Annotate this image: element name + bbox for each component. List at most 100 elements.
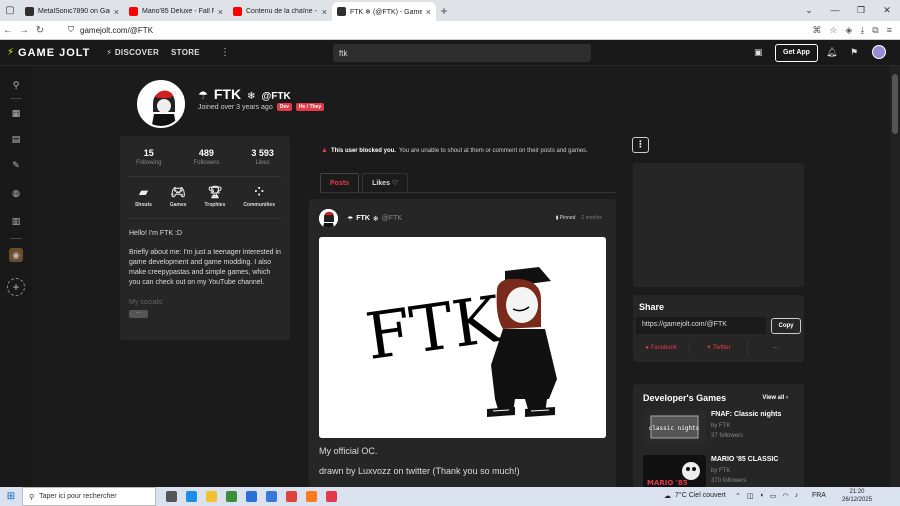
menu-icon[interactable]: ≡ bbox=[887, 25, 892, 36]
stat-followers[interactable]: 489 Followers bbox=[194, 148, 220, 166]
tab-likes[interactable]: Likes ♡ bbox=[362, 173, 409, 193]
gamepad-icon: 🎮︎ bbox=[170, 185, 186, 199]
game-item-mario85[interactable]: MARIO '85 MARIO '85 CLASSIC by FTK 370 f… bbox=[643, 455, 803, 487]
lightning-icon: ⚡ bbox=[7, 47, 16, 58]
minimize-icon[interactable]: — bbox=[822, 0, 848, 21]
add-community-icon[interactable]: + bbox=[7, 278, 25, 296]
translate-icon[interactable]: ⌘ bbox=[812, 25, 821, 36]
windows-start-icon[interactable]: ⊞ bbox=[0, 491, 22, 502]
close-icon[interactable]: × bbox=[218, 7, 223, 17]
twitter-icon: ✦ bbox=[706, 345, 712, 351]
get-app-button[interactable]: Get App bbox=[775, 44, 818, 62]
back-icon[interactable]: ← bbox=[0, 25, 16, 36]
share-facebook-button[interactable]: ● Facebook bbox=[633, 341, 691, 355]
app-icon[interactable] bbox=[326, 491, 337, 502]
heart-off-icon: ♡ bbox=[391, 180, 399, 187]
browser-tab-2[interactable]: Mario'85 Deluxe - Fall From Gr × bbox=[124, 2, 228, 21]
forward-icon[interactable]: → bbox=[16, 25, 32, 36]
tab-posts[interactable]: Posts bbox=[320, 173, 360, 193]
nav-store[interactable]: STORE bbox=[171, 48, 200, 57]
chevron-up-icon[interactable]: ⌃ bbox=[735, 492, 741, 500]
site-header: ⚡ GAME JOLT ⚡ DISCOVER STORE ⋮ ▣ Get App… bbox=[0, 40, 900, 66]
network-icon[interactable]: ◫ bbox=[747, 492, 754, 500]
share-buttons: ● Facebook ✦ Twitter ··· bbox=[633, 341, 804, 355]
firefox-icon[interactable] bbox=[306, 491, 317, 502]
profile-bio: Hello! I'm FTK :D Briefly about me: I'm … bbox=[129, 230, 281, 286]
close-icon[interactable]: × bbox=[426, 7, 431, 17]
stat-following[interactable]: 15 Following bbox=[136, 148, 161, 166]
address-bar: ← → ↻ ⛉ gamejolt.com/@FTK ⌘ ☆ ◈ ⤓ ⧉ ≡ bbox=[0, 21, 900, 40]
community-avatar-icon[interactable]: ◉ bbox=[9, 248, 23, 262]
joystick-icon[interactable]: ✎ bbox=[9, 158, 23, 172]
post-author-avatar[interactable] bbox=[319, 209, 338, 228]
maximize-icon[interactable]: ❐ bbox=[848, 0, 874, 21]
weather-widget[interactable]: ☁ 7°C Ciel couvert bbox=[664, 492, 726, 500]
browser-tab-1[interactable]: MetalSonic7890 on Game Jolt × bbox=[20, 2, 124, 21]
stat-likes: 3 593 Likes bbox=[251, 148, 274, 166]
chart-icon[interactable]: ▥ bbox=[9, 214, 23, 228]
profile-tabs: Posts Likes ♡ bbox=[320, 173, 616, 193]
url-field[interactable]: ⛉ gamejolt.com/@FTK bbox=[68, 25, 812, 35]
mail-icon[interactable] bbox=[246, 491, 257, 502]
browser-tab-3[interactable]: Contenu de la chaîne - YouTube × bbox=[228, 2, 332, 21]
bell-icon[interactable]: 🔔︎ bbox=[826, 47, 837, 58]
volume-icon[interactable]: ◖ bbox=[760, 492, 764, 500]
speaker-icon[interactable]: ♪ bbox=[794, 492, 798, 500]
gamejolt-logo[interactable]: ⚡ GAME JOLT bbox=[7, 47, 90, 59]
warning-icon: ▲ bbox=[321, 147, 328, 154]
communities-icon: ⁘ bbox=[254, 185, 265, 199]
share-twitter-button[interactable]: ✦ Twitter bbox=[690, 341, 748, 355]
chrome-icon[interactable] bbox=[266, 491, 277, 502]
store-app-icon[interactable] bbox=[226, 491, 237, 502]
more-vertical-icon[interactable]: ⋮ bbox=[220, 47, 230, 58]
socials-more-button[interactable]: ··· bbox=[129, 310, 148, 318]
chevron-down-icon[interactable]: ⌄ bbox=[796, 0, 822, 21]
close-icon[interactable]: × bbox=[322, 7, 327, 17]
battery-icon[interactable]: ▭ bbox=[770, 492, 777, 500]
post-author[interactable]: ☂ FTK ❄ @FTK bbox=[347, 215, 402, 223]
share-url-field[interactable]: https://gamejolt.com/@FTK bbox=[636, 317, 766, 334]
community-icon[interactable]: ◍ bbox=[9, 186, 23, 200]
close-window-icon[interactable]: ✕ bbox=[874, 0, 900, 21]
reload-icon[interactable]: ↻ bbox=[32, 25, 48, 36]
close-icon[interactable]: × bbox=[114, 7, 119, 17]
taskbar-clock[interactable]: 21:20 26/12/2025 bbox=[842, 488, 872, 504]
browser-tab-4[interactable]: FTK ❄ (@FTK) - Game Jolt × bbox=[332, 2, 436, 21]
language-indicator[interactable]: FRA bbox=[812, 492, 826, 500]
post-image[interactable]: FTK bbox=[319, 237, 606, 438]
communities-button[interactable]: ⁘ Communities bbox=[243, 185, 275, 208]
store-icon[interactable]: ▦ bbox=[9, 106, 23, 120]
profile-avatar[interactable] bbox=[137, 80, 185, 128]
tab-list-icon[interactable]: ▢ bbox=[0, 0, 20, 21]
url-text: gamejolt.com/@FTK bbox=[80, 25, 154, 35]
taskbar-search[interactable]: ⚲ Taper ici pour rechercher bbox=[22, 487, 156, 506]
nav-discover[interactable]: ⚡ DISCOVER bbox=[106, 48, 159, 57]
shouts-button[interactable]: ▰ Shouts bbox=[135, 185, 152, 208]
shield-account-icon[interactable]: ◈ bbox=[845, 25, 852, 36]
trophies-button[interactable]: 🏆︎ Trophies bbox=[205, 185, 226, 208]
youtube-favicon-icon bbox=[233, 7, 242, 16]
file-explorer-icon[interactable] bbox=[206, 491, 217, 502]
user-avatar[interactable] bbox=[872, 45, 886, 59]
page-scrollbar[interactable] bbox=[890, 66, 900, 487]
chrome-alt-icon[interactable] bbox=[286, 491, 297, 502]
share-more-button[interactable]: ··· bbox=[748, 341, 804, 355]
library-icon[interactable]: ▤ bbox=[9, 132, 23, 146]
activity-icon[interactable]: ⚑ bbox=[850, 47, 858, 58]
view-all-link[interactable]: View all › bbox=[762, 395, 788, 401]
search-input[interactable] bbox=[333, 44, 591, 62]
task-view-icon[interactable] bbox=[166, 491, 177, 502]
games-button[interactable]: 🎮︎ Games bbox=[170, 185, 187, 208]
copy-button[interactable]: Copy bbox=[771, 318, 801, 334]
edge-icon[interactable] bbox=[186, 491, 197, 502]
more-options-button[interactable]: ⋮ bbox=[632, 137, 649, 153]
download-icon[interactable]: ⤓ bbox=[860, 25, 864, 36]
star-icon[interactable]: ☆ bbox=[829, 25, 837, 36]
game-item-fnaf[interactable]: classic nights FNAF: Classic nights by F… bbox=[643, 410, 803, 448]
chat-icon[interactable]: ▣ bbox=[754, 47, 763, 58]
wifi-icon[interactable]: ◠ bbox=[782, 492, 788, 500]
thumb-text: classic nights bbox=[649, 425, 700, 432]
extensions-icon[interactable]: ⧉ bbox=[872, 25, 878, 36]
home-icon[interactable]: ⚲ bbox=[9, 78, 23, 92]
new-tab-button[interactable]: + bbox=[436, 2, 452, 21]
